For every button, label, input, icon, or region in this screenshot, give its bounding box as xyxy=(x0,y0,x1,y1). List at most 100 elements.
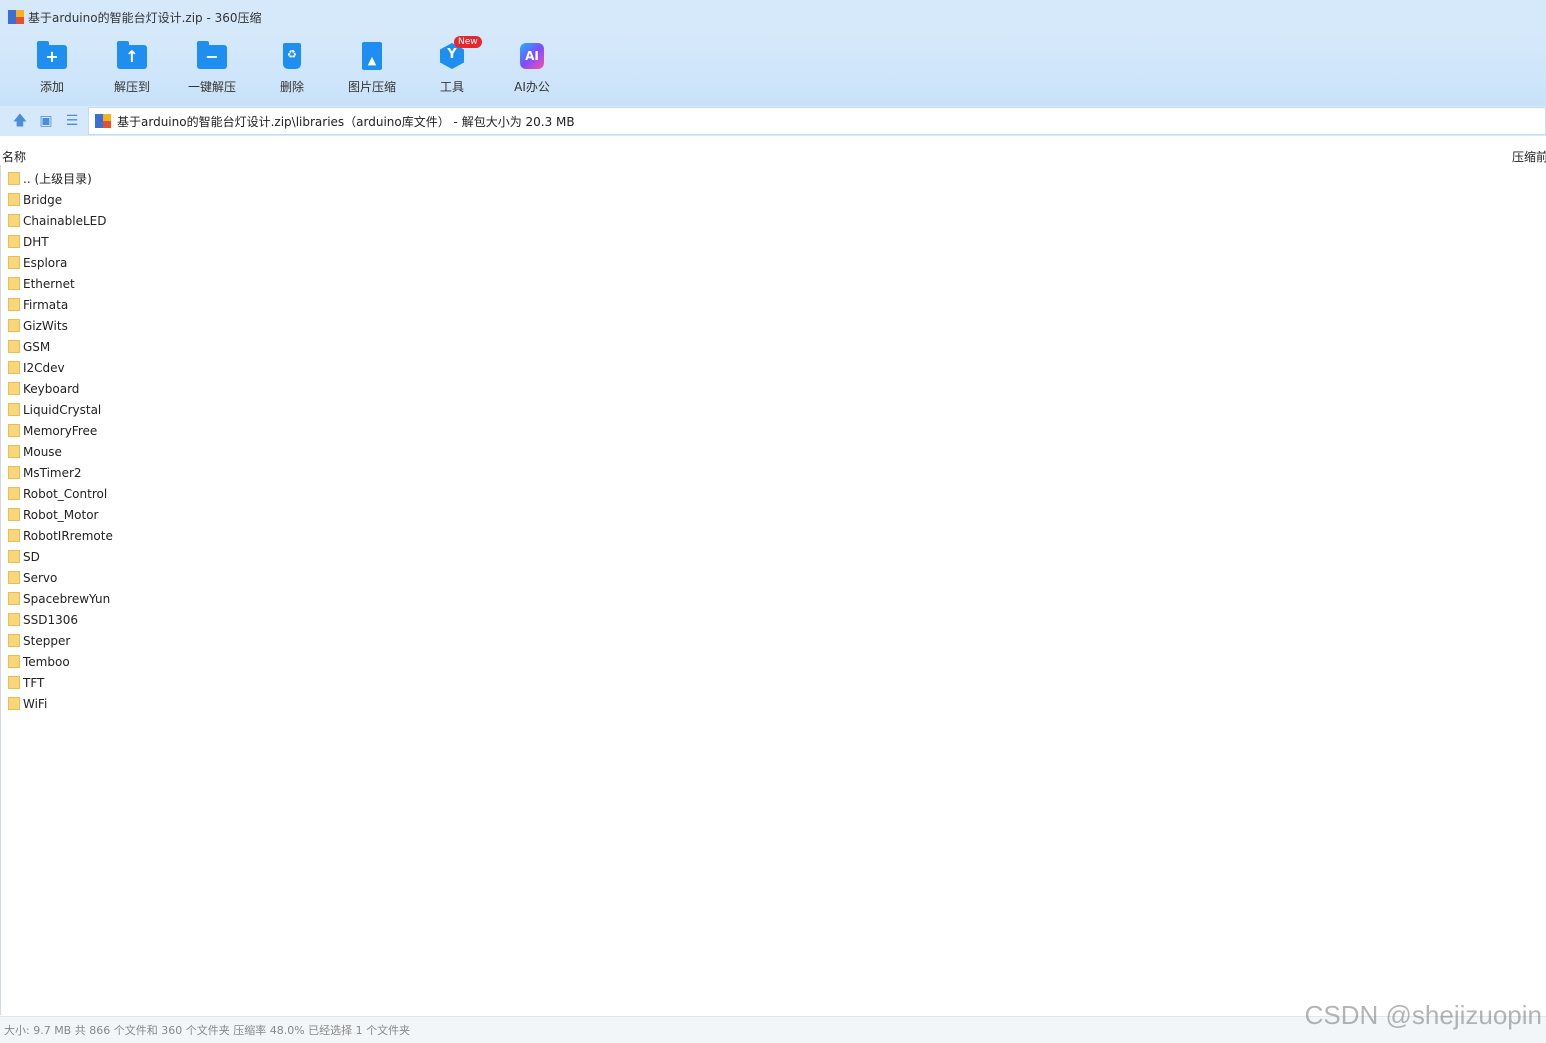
file-name: ChainableLED xyxy=(23,213,107,228)
tools-label: 工具 xyxy=(439,80,464,94)
folder-icon xyxy=(8,340,20,353)
address-bar: 🡅 ▣ ☰ 基于arduino的智能台灯设计.zip\libraries（ard… xyxy=(0,106,1546,136)
add-label: 添加 xyxy=(39,80,64,94)
list-item[interactable]: .. (上级目录) xyxy=(0,168,1546,189)
image-compress-button[interactable]: ▲ 图片压缩 xyxy=(332,38,412,102)
file-name: RobotIRremote xyxy=(23,528,113,543)
address-field[interactable]: 基于arduino的智能台灯设计.zip\libraries（arduino库文… xyxy=(88,107,1546,135)
add-folder-icon: + xyxy=(37,41,67,69)
file-name: GSM xyxy=(23,339,51,354)
one-click-extract-button[interactable]: − 一键解压 xyxy=(172,38,252,102)
one-click-extract-label: 一键解压 xyxy=(187,80,236,94)
image-compress-icon: ▲ xyxy=(362,42,382,70)
list-item[interactable]: GizWits xyxy=(0,315,1546,336)
folder-icon xyxy=(8,298,20,311)
status-text: 大小: 9.7 MB 共 866 个文件和 360 个文件夹 压缩率 48.0%… xyxy=(4,1024,411,1037)
watermark: CSDN @shejizuopin xyxy=(1304,1000,1542,1030)
list-item[interactable]: SD xyxy=(0,546,1546,567)
extract-to-icon: ↑ xyxy=(117,41,147,69)
tools-button[interactable]: Y New 工具 xyxy=(412,36,492,102)
title-bar: 基于arduino的智能台灯设计.zip - 360压缩 xyxy=(0,0,1546,34)
file-name: Esplora xyxy=(23,255,68,270)
archive-icon xyxy=(95,114,111,128)
file-name: SpacebrewYun xyxy=(23,591,111,606)
folder-icon xyxy=(8,676,20,689)
extract-to-label: 解压到 xyxy=(113,80,150,94)
app-icon xyxy=(8,10,24,24)
address-path: 基于arduino的智能台灯设计.zip\libraries（arduino库文… xyxy=(117,114,575,129)
folder-icon xyxy=(8,445,20,458)
folder-icon xyxy=(8,592,20,605)
file-name: Mouse xyxy=(23,444,62,459)
folder-icon xyxy=(8,214,20,227)
column-header: 名称 压缩前 xyxy=(0,145,1546,165)
list-item[interactable]: Stepper xyxy=(0,630,1546,651)
file-name: Temboo xyxy=(23,654,70,669)
file-name: Robot_Motor xyxy=(23,507,99,522)
ai-office-button[interactable]: AI AI办公 xyxy=(492,38,572,102)
folder-icon xyxy=(8,403,20,416)
list-item[interactable]: SSD1306 xyxy=(0,609,1546,630)
list-item[interactable]: Robot_Control xyxy=(0,483,1546,504)
file-name: SSD1306 xyxy=(23,612,79,627)
list-item[interactable]: Servo xyxy=(0,567,1546,588)
delete-label: 删除 xyxy=(279,80,304,94)
list-item[interactable]: MsTimer2 xyxy=(0,462,1546,483)
list-item[interactable]: Robot_Motor xyxy=(0,504,1546,525)
list-view-icon[interactable]: ☰ xyxy=(64,113,80,129)
folder-icon xyxy=(8,172,20,185)
list-item[interactable]: LiquidCrystal xyxy=(0,399,1546,420)
file-name: Firmata xyxy=(23,297,69,312)
list-item[interactable]: Mouse xyxy=(0,441,1546,462)
list-item[interactable]: Firmata xyxy=(0,294,1546,315)
column-name[interactable]: 名称 xyxy=(2,148,26,165)
file-name: Robot_Control xyxy=(23,486,108,501)
extract-to-button[interactable]: ↑ 解压到 xyxy=(92,38,172,102)
list-item[interactable]: Keyboard xyxy=(0,378,1546,399)
list-item[interactable]: ChainableLED xyxy=(0,210,1546,231)
folder-icon xyxy=(8,277,20,290)
folder-icon xyxy=(8,235,20,248)
file-name: I2Cdev xyxy=(23,360,65,375)
file-name: .. (上级目录) xyxy=(23,172,92,186)
list-item[interactable]: MemoryFree xyxy=(0,420,1546,441)
add-button[interactable]: + 添加 xyxy=(12,38,92,102)
list-item[interactable]: TFT xyxy=(0,672,1546,693)
file-list: .. (上级目录) Bridge ChainableLED DHT Esplora Eth… xyxy=(0,168,1546,714)
window-title: 基于arduino的智能台灯设计.zip - 360压缩 xyxy=(28,10,262,25)
up-arrow-icon[interactable]: 🡅 xyxy=(12,113,28,129)
folder-icon xyxy=(8,487,20,500)
file-name: SD xyxy=(23,549,40,564)
list-item[interactable]: Esplora xyxy=(0,252,1546,273)
list-item[interactable]: GSM xyxy=(0,336,1546,357)
folder-icon xyxy=(8,571,20,584)
folder-icon xyxy=(8,697,20,710)
delete-button[interactable]: ♻ 删除 xyxy=(252,38,332,102)
list-item[interactable]: Temboo xyxy=(0,651,1546,672)
folder-icon xyxy=(8,319,20,332)
list-item[interactable]: I2Cdev xyxy=(0,357,1546,378)
folder-icon xyxy=(8,193,20,206)
new-badge: New xyxy=(454,36,482,48)
file-name: Ethernet xyxy=(23,276,75,291)
file-name: Stepper xyxy=(23,633,71,648)
folder-icon xyxy=(8,550,20,563)
ai-office-icon: AI xyxy=(520,43,544,69)
one-click-extract-icon: − xyxy=(197,41,227,69)
list-item[interactable]: Bridge xyxy=(0,189,1546,210)
file-name: Bridge xyxy=(23,192,63,207)
folder-icon xyxy=(8,508,20,521)
list-item[interactable]: SpacebrewYun xyxy=(0,588,1546,609)
file-name: TFT xyxy=(23,675,45,690)
column-size[interactable]: 压缩前 xyxy=(1512,148,1546,165)
folder-icon xyxy=(8,529,20,542)
folder-icon xyxy=(8,466,20,479)
recycle-bin-icon: ♻ xyxy=(283,43,301,69)
view-icon[interactable]: ▣ xyxy=(38,113,54,129)
folder-icon xyxy=(8,361,20,374)
list-item[interactable]: WiFi xyxy=(0,693,1546,714)
list-item[interactable]: DHT xyxy=(0,231,1546,252)
list-item[interactable]: Ethernet xyxy=(0,273,1546,294)
file-name: LiquidCrystal xyxy=(23,402,102,417)
list-item[interactable]: RobotIRremote xyxy=(0,525,1546,546)
